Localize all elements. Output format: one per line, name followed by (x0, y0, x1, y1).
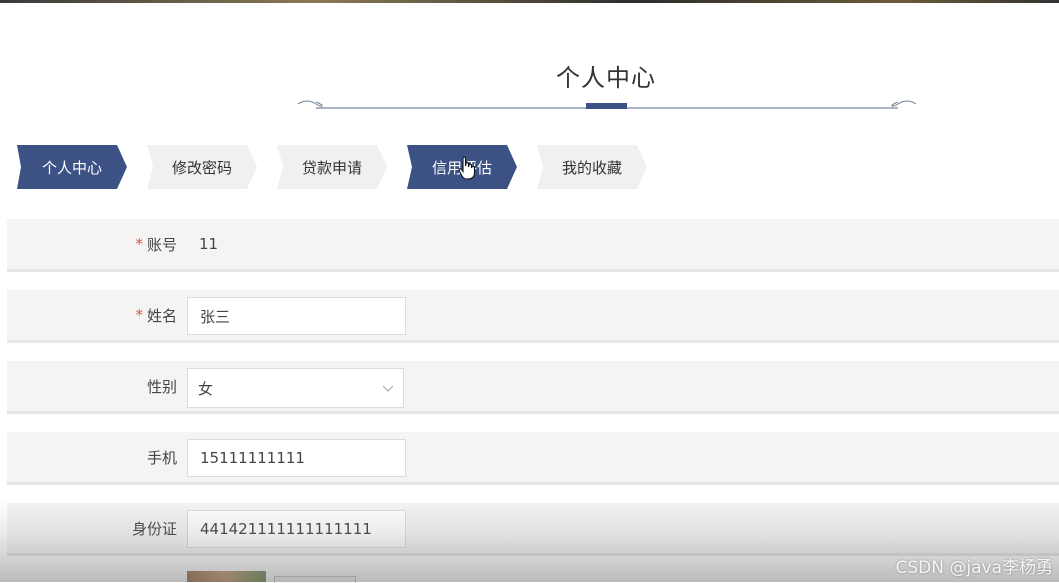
form-row-phone: 手机 (7, 432, 1059, 485)
form-row-id-card: 身份证 (7, 503, 1059, 556)
account-value: 11 (199, 235, 219, 253)
top-banner-strip (0, 0, 1059, 3)
watermark: CSDN @java李杨勇 (895, 558, 1054, 578)
gender-label: 性别 (147, 361, 177, 411)
hand-cursor-icon (458, 156, 476, 180)
title-divider (297, 100, 917, 109)
tab-personal-center[interactable]: 个人中心 (17, 145, 127, 189)
account-label: * 账号 (135, 219, 177, 269)
page-title: 个人中心 (556, 64, 656, 92)
phone-label-text: 手机 (146, 448, 177, 467)
phone-label: 手机 (147, 432, 177, 482)
name-input[interactable] (187, 297, 406, 335)
required-marker: * (135, 306, 143, 324)
gender-label-text: 性别 (146, 377, 177, 396)
gender-select[interactable]: 女 (187, 368, 404, 408)
form-row-gender: 性别 女 (7, 361, 1059, 414)
id-card-label: 身份证 (132, 503, 177, 553)
name-label-text: 姓名 (146, 306, 177, 325)
chevron-down-icon (382, 385, 394, 392)
account-label-text: 账号 (146, 235, 177, 254)
gender-selected-value: 女 (198, 379, 214, 398)
name-label: * 姓名 (135, 290, 177, 340)
required-marker: * (135, 235, 143, 253)
tab-my-favorites[interactable]: 我的收藏 (537, 145, 647, 189)
form-row-name: * 姓名 (7, 290, 1059, 343)
form-row-account: * 账号 11 (7, 219, 1059, 272)
tab-change-password[interactable]: 修改密码 (147, 145, 257, 189)
avatar-image (187, 571, 266, 582)
tab-loan-application[interactable]: 贷款申请 (277, 145, 387, 189)
id-card-label-text: 身份证 (131, 519, 177, 538)
id-card-input[interactable] (187, 510, 406, 548)
phone-input[interactable] (187, 439, 406, 477)
